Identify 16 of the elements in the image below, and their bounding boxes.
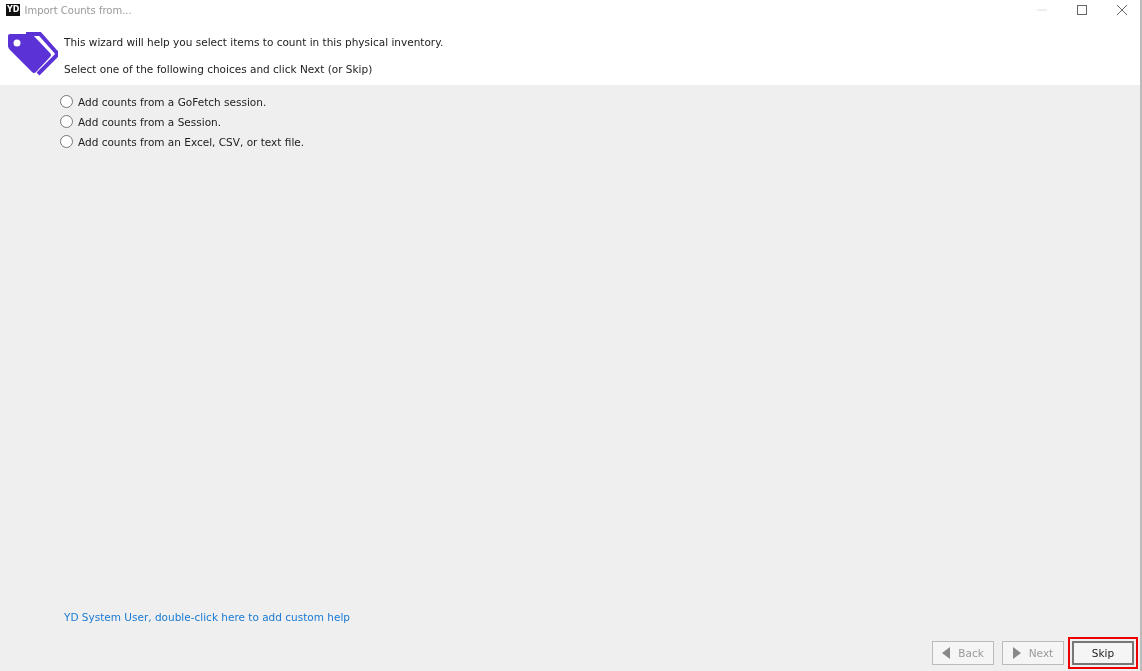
radio-button[interactable] [60,115,73,128]
radio-button[interactable] [60,135,73,148]
app-logo: YD [6,4,21,16]
choice-label[interactable]: Add counts from a GoFetch session. [78,95,267,108]
left-triangle-icon [942,647,951,659]
radio-button[interactable] [60,95,73,108]
maximize-icon[interactable] [1076,4,1088,16]
choice-label[interactable]: Add counts from a Session. [78,115,222,128]
right-triangle-icon [1012,647,1021,659]
window-title: Import Counts from... [24,4,132,16]
instruction-text: Select one of the following choices and click Next (or Skip) [64,63,374,75]
close-icon[interactable] [1116,4,1128,16]
intro-text: This wizard will help you select items to count in this physical inventory. [64,36,444,48]
custom-help-link[interactable]: YD System User, double-click here to add custom help [64,611,350,623]
choice-label[interactable]: Add counts from an Excel, CSV, or text file. [78,135,305,148]
tags-icon [6,32,58,76]
